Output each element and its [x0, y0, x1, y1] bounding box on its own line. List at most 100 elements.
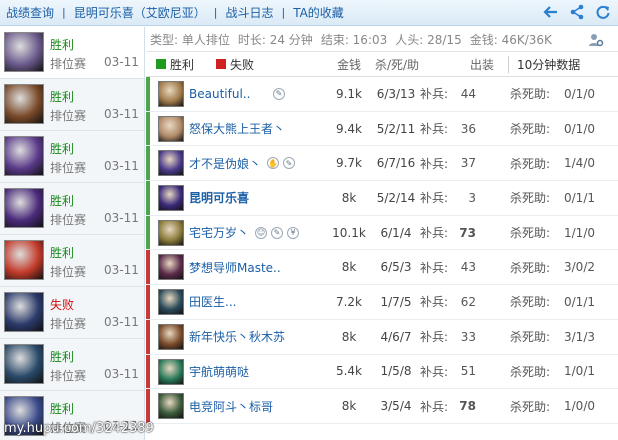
player-ten-min-kda: 1/0/0 — [564, 399, 595, 414]
player-ten-min-kda: 0/1/0 — [564, 121, 595, 136]
player-cs: 3 — [468, 190, 476, 205]
match-type: 类型: 单人排位 — [150, 32, 230, 47]
ten-min-label: 杀死助: — [510, 87, 551, 102]
ten-min-label: 杀死助: — [510, 260, 551, 275]
player-cs: 78 — [459, 399, 476, 414]
player-kda: 6/3/13 — [376, 86, 416, 101]
player-cs: 51 — [460, 364, 476, 379]
game-result: 胜利 — [50, 90, 75, 104]
game-date: 03-11 — [104, 315, 139, 329]
champion-icon — [158, 219, 184, 246]
crumb-favorites[interactable]: TA的收藏 — [293, 4, 344, 21]
game-mode: 排位赛 — [50, 161, 87, 175]
back-arrow-icon[interactable] — [542, 3, 560, 21]
cs-label: 补兵: — [420, 87, 449, 102]
ten-min-label: 杀死助: — [510, 295, 551, 310]
user-settings-icon[interactable] — [588, 32, 604, 51]
champion-avatar — [4, 240, 44, 280]
player-row[interactable]: 田医生... 7.2k 1/7/5 补兵: 62 杀死助: 0/1/1 — [146, 285, 618, 320]
game-list-item[interactable]: 失败排位赛 03-11 — [0, 287, 144, 339]
player-ten-min-kda: 0/1/1 — [564, 190, 595, 205]
player-row[interactable]: 梦想导师Maste.. 8k 6/5/3 补兵: 43 杀死助: 3/0/2 — [146, 250, 618, 286]
champion-avatar — [4, 136, 44, 176]
game-result: 胜利 — [50, 38, 75, 52]
player-kda: 6/1/4 — [380, 225, 412, 240]
champion-avatar — [4, 292, 44, 332]
match-kills: 人头: 28/15 — [395, 32, 462, 47]
game-list-item[interactable]: 胜利 排位赛 03-11 — [0, 183, 144, 235]
player-gold: 10.1k — [332, 225, 366, 240]
legend-loss-label: 失败 — [230, 57, 255, 72]
game-result: 胜利 — [50, 142, 75, 156]
cs-label: 补兵: — [420, 364, 449, 379]
game-mode: 排位赛 — [50, 317, 87, 331]
player-cs: 43 — [460, 260, 476, 275]
game-date: 03-11 — [104, 263, 139, 277]
ten-min-label: 杀死助: — [510, 399, 551, 414]
header-items[interactable]: 出装 — [470, 56, 494, 73]
player-row[interactable]: 宅宅万岁丶 ☺ ✎ ¥10.1k 6/1/4 补兵: 73 杀死助: 1/1/0 — [146, 216, 618, 251]
player-row[interactable]: 怒保大熊上王者丶 9.4k 5/2/11 补兵: 36 杀死助: 0/1/0 — [146, 112, 618, 147]
player-kda: 4/6/7 — [380, 329, 412, 344]
player-ten-min-kda: 3/0/2 — [564, 260, 595, 275]
player-gold: 8k — [341, 260, 357, 275]
player-name[interactable]: 新年快乐丶秋木苏 — [189, 328, 285, 345]
player-kda: 6/5/3 — [380, 260, 412, 275]
champion-icon — [158, 115, 184, 142]
player-kda: 5/2/11 — [376, 121, 416, 136]
player-badge-icon: ✋ — [267, 157, 279, 170]
ten-min-label: 杀死助: — [510, 226, 551, 241]
game-mode: 排位赛 — [50, 265, 87, 279]
player-row[interactable]: 新年快乐丶秋木苏 8k 4/6/7 补兵: 33 杀死助: 3/1/3 — [146, 320, 618, 355]
player-name[interactable]: 怒保大熊上王者丶 — [189, 120, 285, 137]
game-list-item[interactable]: 胜利 排位赛 03-11 — [0, 339, 144, 391]
player-name[interactable]: Beautiful.. — [189, 87, 250, 101]
champion-icon — [158, 185, 184, 212]
player-row[interactable]: Beautiful.. ✎ 9.1k 6/3/13 补兵: 44 杀死助: 0/1/0 — [146, 77, 618, 112]
player-row[interactable]: 才不是伪娘丶 ✋ ✎ 9.7k 6/7/16 补兵: 37 杀死助: 1/4/0 — [146, 146, 618, 182]
share-icon[interactable] — [568, 3, 586, 21]
legend-loss: 失败 — [216, 56, 254, 73]
player-badges: ☺ ✎ ¥ — [255, 226, 299, 239]
game-result: 失败 — [50, 298, 75, 312]
ten-min-label: 杀死助: — [510, 364, 551, 379]
player-kda: 3/5/4 — [380, 399, 412, 414]
player-row[interactable]: 昆明可乐喜 8k 5/2/14 补兵: 3 杀死助: 0/1/1 — [146, 181, 618, 216]
crumb-separator: | — [281, 6, 286, 19]
player-row[interactable]: 电竞阿斗丶标哥 8k 3/5/4 补兵: 78 杀死助: 1/0/0 — [146, 389, 618, 424]
champion-avatar — [4, 84, 44, 124]
player-name[interactable]: 田医生... — [189, 293, 236, 310]
ten-min-label: 杀死助: — [510, 122, 551, 137]
crumb-battle-log[interactable]: 战斗日志 — [225, 4, 273, 21]
team-win: Beautiful.. ✎ 9.1k 6/3/13 补兵: 44 杀死助: 0/1/0 怒保大熊… — [146, 77, 618, 251]
player-name[interactable]: 电竞阿斗丶标哥 — [189, 398, 273, 415]
player-ten-min-kda: 0/1/1 — [564, 294, 595, 309]
player-name[interactable]: 才不是伪娘丶 — [189, 155, 261, 172]
crumb-record-query[interactable]: 战绩查询 — [6, 4, 54, 21]
crumb-player[interactable]: 昆明可乐喜（艾欧尼亚） — [74, 4, 206, 21]
player-cs: 73 — [459, 225, 476, 240]
player-gold: 8k — [341, 329, 357, 344]
game-list-item[interactable]: 胜利 排位赛 03-11 — [0, 235, 144, 287]
player-name[interactable]: 宅宅万岁丶 — [189, 224, 249, 241]
tab-10-min-data[interactable]: 10分钟数据 — [508, 55, 580, 73]
player-name[interactable]: 昆明可乐喜 — [189, 189, 249, 206]
player-name[interactable]: 梦想导师Maste.. — [189, 259, 281, 276]
match-duration: 时长: 24 分钟 — [237, 32, 313, 47]
loss-color-swatch — [216, 59, 226, 69]
champion-avatar — [4, 188, 44, 228]
player-kda: 5/2/14 — [376, 190, 416, 205]
game-mode: 排位赛 — [50, 109, 87, 123]
ten-min-label: 杀死助: — [510, 156, 551, 171]
player-name[interactable]: 宇航萌萌哒 — [189, 363, 249, 380]
game-list-item[interactable]: 胜利 排位赛 03-11 — [0, 27, 144, 79]
player-ten-min-kda: 1/1/0 — [564, 225, 595, 240]
player-cs: 33 — [460, 329, 476, 344]
match-gold: 金钱: 46K/36K — [469, 32, 552, 47]
player-row[interactable]: 宇航萌萌哒 5.4k 1/5/8 补兵: 51 杀死助: 1/0/1 — [146, 355, 618, 390]
game-list-item[interactable]: 胜利 排位赛 03-11 — [0, 131, 144, 183]
refresh-icon[interactable] — [594, 3, 612, 21]
top-nav-bar: 战绩查询 | 昆明可乐喜（艾欧尼亚） | 战斗日志 | TA的收藏 — [0, 0, 618, 26]
champion-icon — [158, 254, 184, 281]
game-list-item[interactable]: 胜利 排位赛 03-11 — [0, 79, 144, 131]
